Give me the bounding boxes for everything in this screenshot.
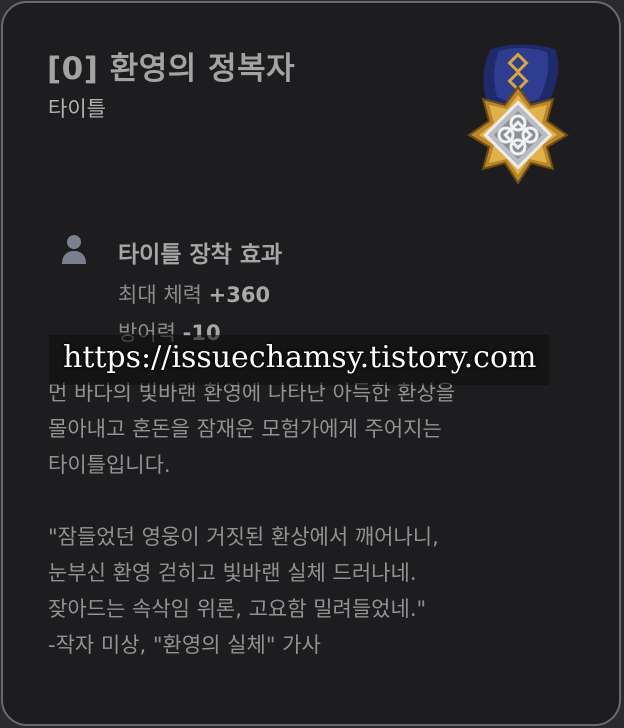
stat-value: +360 bbox=[208, 283, 271, 307]
effect-heading: 타이틀 장착 효과 bbox=[118, 242, 283, 268]
quote-line: 잦아드는 속삭임 위론, 고요함 밀려들었네." bbox=[48, 597, 427, 621]
stat-label: 최대 체력 bbox=[118, 283, 202, 307]
title-medal-icon bbox=[467, 44, 569, 185]
quote-line: 눈부신 환영 걷히고 빛바랜 실체 드러나네. bbox=[48, 561, 417, 585]
quote-line: "잠들었던 영웅이 거짓된 환상에서 깨어나니, bbox=[48, 525, 439, 549]
person-icon bbox=[62, 235, 86, 264]
stat-max-hp: 최대 체력 +360 bbox=[118, 279, 270, 309]
description-line: 몰아내고 혼돈을 잠재운 모험가에게 주어지는 bbox=[48, 417, 442, 441]
quote-attribution: -작자 미상, "환영의 실체" 가사 bbox=[48, 633, 321, 657]
watermark-text: https://issuechamsy.tistory.com bbox=[63, 340, 537, 375]
item-name: [0] 환영의 정복자 bbox=[47, 51, 296, 87]
description-line: 타이틀입니다. bbox=[48, 453, 171, 477]
item-category: 타이틀 bbox=[48, 97, 106, 121]
item-description: 먼 바다의 빛바랜 환영에 나타난 아득한 환상을 몰아내고 혼돈을 잠재운 모… bbox=[48, 375, 588, 663]
item-tooltip-card: [0] 환영의 정복자 타이틀 타이틀 장착 효과 최대 체력 +360 방어력… bbox=[1, 1, 621, 726]
